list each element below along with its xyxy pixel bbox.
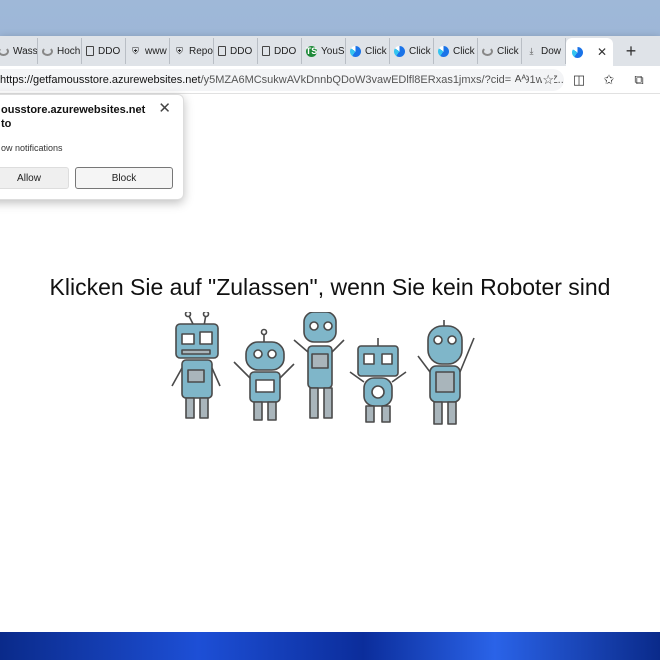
- robot-4: [349, 338, 407, 423]
- tab-strip: Wass Hoch DDO ⛨ www ⛨ Repo DDO DDO TS Yo…: [0, 36, 660, 66]
- shield-page-icon: ⛨: [132, 45, 139, 56]
- popup-site-host: ousstore.azurewebsites.net: [1, 104, 146, 116]
- edge-icon: [350, 45, 361, 57]
- tab[interactable]: ⛨ www: [126, 38, 170, 64]
- robot-3: [293, 312, 345, 419]
- favorites-icon[interactable]: ✩: [594, 72, 624, 88]
- tab-label: Click: [365, 45, 387, 57]
- popup-site-suffix: to: [1, 118, 12, 130]
- toolbar: https://getfamousstore.azurewebsites.net…: [0, 66, 660, 94]
- collections-icon[interactable]: ⧉: [624, 72, 654, 88]
- tab-label: Click: [409, 45, 431, 57]
- tab[interactable]: Click: [346, 38, 390, 64]
- page-icon: [262, 46, 270, 56]
- new-tab-button[interactable]: +: [621, 41, 641, 62]
- tab-label: YouS: [321, 45, 345, 57]
- edge-icon: [438, 45, 449, 57]
- tab[interactable]: Wass: [0, 38, 38, 64]
- close-icon[interactable]: ✕: [158, 99, 171, 117]
- download-icon: ⤓: [529, 45, 534, 56]
- ts-icon: TS: [305, 45, 318, 57]
- tab-label: DDO: [230, 45, 253, 57]
- page-icon: [218, 46, 226, 56]
- shield-page-icon: ⛨: [176, 45, 183, 56]
- tab-label: Repo: [189, 45, 213, 57]
- edge-icon: [572, 46, 583, 58]
- tab[interactable]: ⤓ Dow: [522, 38, 566, 64]
- tab-label: www: [145, 45, 167, 57]
- address-path: /y5MZA6MCsukwAVkDnnbQDoW3vawEDlfl8ERxas1…: [200, 73, 564, 86]
- permission-text: ow notifications: [1, 143, 63, 153]
- close-tab-icon[interactable]: ✕: [597, 45, 607, 59]
- allow-button[interactable]: Allow: [0, 167, 69, 189]
- tab-label: Hoch: [57, 45, 81, 57]
- browser-window: Wass Hoch DDO ⛨ www ⛨ Repo DDO DDO TS Yo…: [0, 36, 660, 632]
- tab-label: DDO: [98, 45, 121, 57]
- tab[interactable]: Click: [434, 38, 478, 64]
- tab-label: DDO: [274, 45, 297, 57]
- loading-icon: [0, 46, 9, 56]
- tab[interactable]: Click: [390, 38, 434, 64]
- block-button[interactable]: Block: [75, 167, 173, 189]
- robot-5: [417, 320, 475, 425]
- page-headline: Klicken Sie auf "Zulassen", wenn Sie kei…: [49, 274, 611, 300]
- robot-2: [233, 328, 295, 421]
- tab[interactable]: DDO: [82, 38, 126, 64]
- address-bar[interactable]: https://getfamousstore.azurewebsites.net…: [0, 68, 564, 91]
- favorite-star-icon[interactable]: ☆: [542, 71, 554, 88]
- tab[interactable]: DDO: [214, 38, 258, 64]
- robot-1: [171, 312, 221, 419]
- tab[interactable]: TS YouS: [302, 38, 346, 64]
- popup-site: ousstore.azurewebsites.net to: [1, 103, 151, 131]
- permission-label: ow notifications: [1, 143, 63, 153]
- address-host: https://getfamousstore.azurewebsites.net: [0, 73, 201, 86]
- notification-permission-popup: ousstore.azurewebsites.net to ✕ ow notif…: [0, 94, 184, 200]
- tab[interactable]: ⛨ Repo: [170, 38, 214, 64]
- tab-active[interactable]: ✕: [566, 38, 614, 66]
- tab[interactable]: Hoch: [38, 38, 82, 64]
- tab-label: Click: [497, 45, 519, 57]
- page-icon: [86, 46, 94, 56]
- read-aloud-icon[interactable]: Aᴬ: [510, 74, 526, 85]
- tab-label: Click: [453, 45, 475, 57]
- split-screen-icon[interactable]: ◫: [564, 72, 594, 88]
- loading-icon: [482, 46, 493, 56]
- loading-icon: [42, 46, 53, 56]
- page-content: Klicken Sie auf "Zulassen", wenn Sie kei…: [0, 94, 660, 632]
- desktop-wallpaper: [0, 632, 660, 660]
- tab-label: Dow: [541, 45, 562, 57]
- edge-icon: [394, 45, 405, 57]
- tab[interactable]: Click: [478, 38, 522, 64]
- tab[interactable]: DDO: [258, 38, 302, 64]
- robots-illustration: [171, 312, 475, 425]
- tab-label: Wass: [13, 45, 38, 57]
